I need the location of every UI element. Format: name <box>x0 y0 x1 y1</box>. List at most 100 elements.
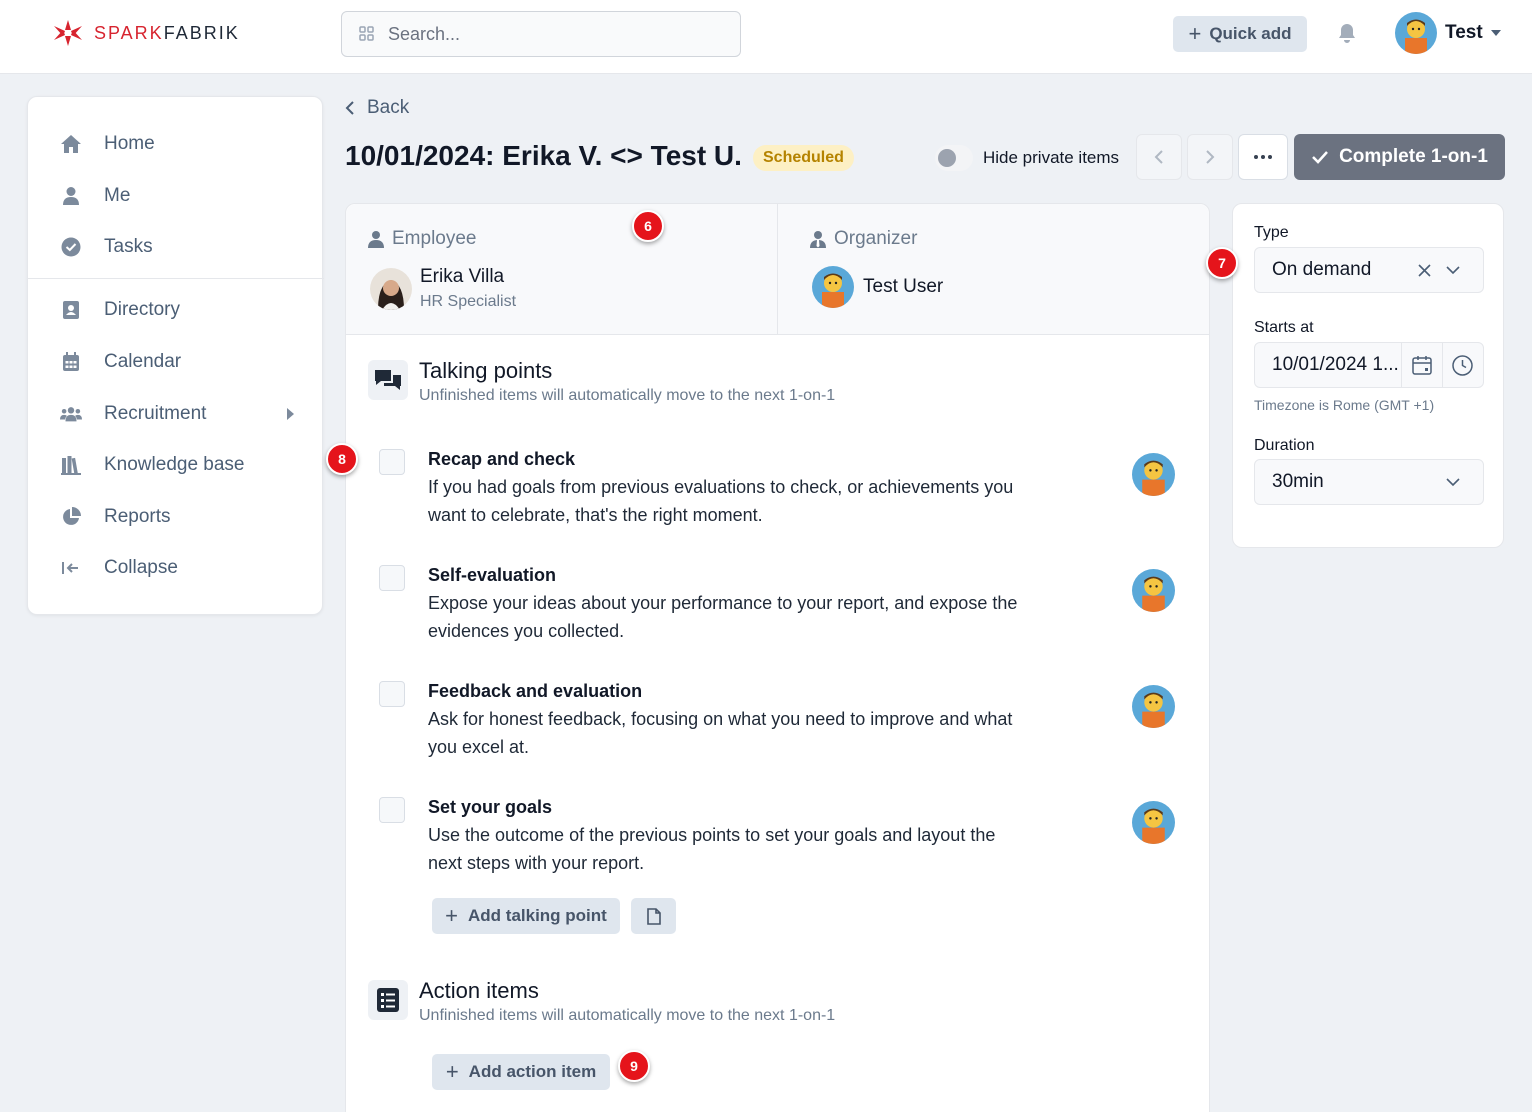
clear-icon[interactable] <box>1418 264 1431 277</box>
quick-add-label: Quick add <box>1209 24 1292 43</box>
starts-at-value: 10/01/2024 1... <box>1272 354 1399 375</box>
duration-value: 30min <box>1272 471 1324 492</box>
sidebar-item-directory[interactable]: Directory <box>28 290 324 330</box>
chevron-left-icon <box>345 101 354 115</box>
complete-1on1-button[interactable]: Complete 1-on-1 <box>1294 134 1505 180</box>
add-talking-point-label: Add talking point <box>468 906 607 925</box>
sidebar-item-me[interactable]: Me <box>28 176 324 216</box>
sidebar-item-calendar[interactable]: Calendar <box>28 342 324 382</box>
step-marker: 9 <box>618 1050 650 1082</box>
top-bar: SPARKFABRIK + Quick add Test <box>0 0 1532 74</box>
sidebar-item-reports[interactable]: Reports <box>28 497 324 537</box>
talking-point-title: Self-evaluation <box>428 565 557 585</box>
sidebar-item-recruitment[interactable]: Recruitment <box>28 394 324 434</box>
assignee-avatar[interactable] <box>1132 453 1175 496</box>
book-icon <box>60 454 82 476</box>
meeting-card: Employee Erika Villa HR Specialist Organ… <box>345 203 1210 1112</box>
complete-label: Complete 1-on-1 <box>1339 146 1488 167</box>
talking-point-checkbox[interactable] <box>379 681 405 707</box>
employee-name: Erika Villa <box>420 266 505 287</box>
sidebar-item-label: Home <box>104 133 155 154</box>
hide-private-label: Hide private items <box>983 148 1120 167</box>
add-action-item-button[interactable]: + Add action item <box>432 1054 610 1090</box>
employee-avatar <box>370 268 412 310</box>
talking-points-title: Talking points <box>419 358 553 383</box>
check-circle-icon <box>60 236 82 258</box>
sidebar-divider <box>28 278 324 279</box>
previous-button[interactable] <box>1136 134 1182 180</box>
chevron-right-icon <box>1206 150 1215 164</box>
sidebar-item-knowledge-base[interactable]: Knowledge base <box>28 445 324 485</box>
check-icon <box>1312 151 1328 164</box>
starts-at-field[interactable]: 10/01/2024 1... <box>1254 342 1484 388</box>
organizer-name: Test User <box>863 276 944 297</box>
type-value: On demand <box>1272 259 1372 280</box>
plus-icon: + <box>445 903 459 928</box>
assignee-avatar[interactable] <box>1132 569 1175 612</box>
add-from-template-button[interactable] <box>631 898 676 934</box>
talking-point-description: If you had goals from previous evaluatio… <box>428 477 1014 525</box>
employee-label: Employee <box>368 228 477 250</box>
action-items-subtitle: Unfinished items will automatically move… <box>419 1007 836 1024</box>
chevron-left-icon <box>1154 150 1163 164</box>
calendar-icon[interactable] <box>1412 355 1432 375</box>
plus-icon: + <box>445 1059 459 1084</box>
assignee-avatar[interactable] <box>1132 685 1175 728</box>
spark-logo-icon <box>54 20 82 46</box>
duration-label: Duration <box>1254 437 1315 454</box>
chevron-down-icon <box>1446 478 1460 487</box>
user-name: Test <box>1445 22 1483 43</box>
chevron-down-icon <box>1446 266 1460 275</box>
sidebar-item-label: Me <box>104 185 131 206</box>
ellipsis-icon <box>1254 155 1272 159</box>
sidebar-item-collapse[interactable]: Collapse <box>28 548 324 588</box>
timezone-note: Timezone is Rome (GMT +1) <box>1254 397 1435 413</box>
checklist-icon <box>368 980 408 1020</box>
talking-point-checkbox[interactable] <box>379 565 405 591</box>
quick-add-button[interactable]: + Quick add <box>1173 16 1307 52</box>
search-bar[interactable] <box>341 11 741 57</box>
add-action-item-label: Add action item <box>468 1062 597 1081</box>
sidebar-item-tasks[interactable]: Tasks <box>28 227 324 267</box>
talking-point-checkbox[interactable] <box>379 797 405 823</box>
action-items-title: Action items <box>419 978 539 1003</box>
sidebar-item-home[interactable]: Home <box>28 124 324 164</box>
participants-panel: Employee Erika Villa HR Specialist Organ… <box>346 204 1209 335</box>
file-icon <box>646 907 661 925</box>
sidebar-item-label: Tasks <box>104 236 153 257</box>
more-options-button[interactable] <box>1238 134 1288 180</box>
talking-point-title: Recap and check <box>428 449 576 469</box>
sidebar-item-label: Collapse <box>104 557 178 578</box>
duration-select[interactable]: 30min <box>1254 459 1484 505</box>
assignee-avatar[interactable] <box>1132 801 1175 844</box>
search-input[interactable] <box>388 23 708 45</box>
sidebar-item-label: Knowledge base <box>104 454 245 475</box>
type-select[interactable]: On demand <box>1254 247 1484 293</box>
next-button[interactable] <box>1187 134 1233 180</box>
calendar-icon <box>60 351 82 373</box>
plus-icon: + <box>1188 21 1202 46</box>
notifications-bell-icon[interactable] <box>1337 22 1357 49</box>
sparkfabrik-logo[interactable]: SPARKFABRIK <box>48 18 240 48</box>
talking-point-description: Expose your ideas about your performance… <box>428 593 1018 641</box>
talking-point-description: Use the outcome of the previous points t… <box>428 825 996 873</box>
hide-private-toggle[interactable] <box>935 145 973 171</box>
clock-icon[interactable] <box>1452 355 1473 376</box>
user-icon <box>60 185 82 207</box>
talking-points-subtitle: Unfinished items will automatically move… <box>419 387 836 404</box>
sidebar: Home Me Tasks Directory Calendar Recruit… <box>27 96 324 615</box>
participants-divider <box>777 204 778 335</box>
back-label: Back <box>367 97 410 118</box>
employee-role: HR Specialist <box>420 293 517 310</box>
grid-search-icon <box>359 26 374 41</box>
sidebar-item-label: Recruitment <box>104 403 207 424</box>
user-avatar <box>1395 12 1437 54</box>
back-link[interactable]: Back <box>345 97 409 119</box>
step-marker: 6 <box>632 210 664 242</box>
add-talking-point-button[interactable]: + Add talking point <box>432 898 620 934</box>
status-badge: Scheduled <box>753 145 854 171</box>
sidebar-item-label: Reports <box>104 506 171 527</box>
logo-text: SPARKFABRIK <box>94 22 240 43</box>
talking-point-checkbox[interactable] <box>379 449 405 475</box>
user-menu[interactable]: Test <box>1395 12 1501 54</box>
